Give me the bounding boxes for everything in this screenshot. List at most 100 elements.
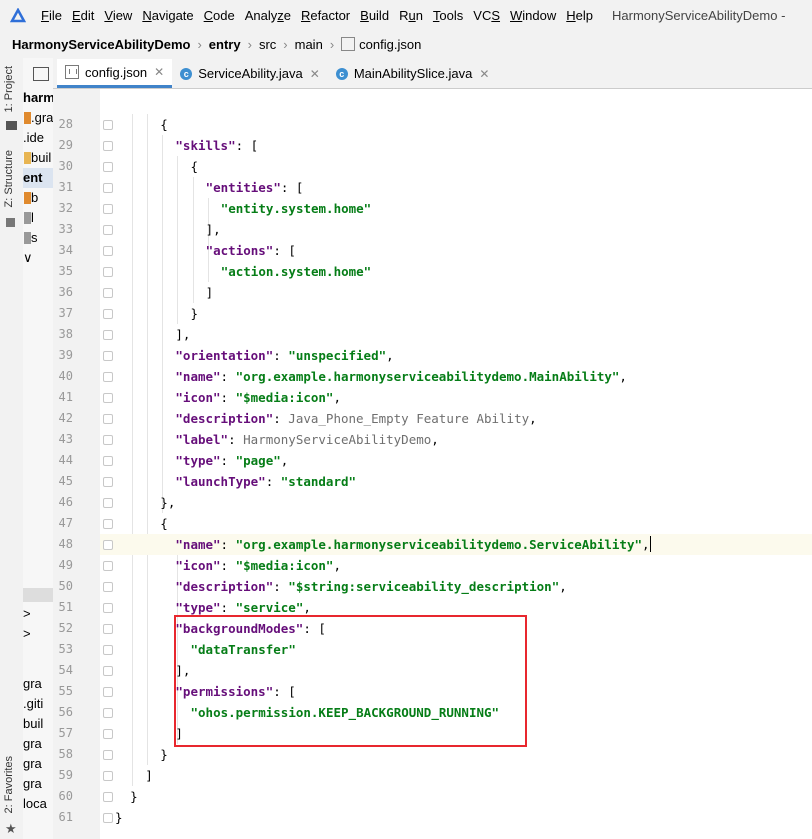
code-line[interactable]: 45 "launchType": "standard" (53, 471, 812, 492)
fold-marker-icon[interactable] (103, 708, 113, 718)
menu-analyze[interactable]: Analyze (240, 8, 296, 23)
fold-marker-icon[interactable] (103, 540, 113, 550)
favorites-tool-tab[interactable]: 2: Favorites (3, 756, 15, 813)
fold-marker-icon[interactable] (103, 666, 113, 676)
code-line[interactable]: 53 "dataTransfer" (53, 639, 812, 660)
fold-marker-icon[interactable] (103, 330, 113, 340)
fold-marker-icon[interactable] (103, 603, 113, 613)
fold-marker-icon[interactable] (103, 162, 113, 172)
project-tree-item[interactable]: ∨ (23, 248, 53, 268)
fold-marker-icon[interactable] (103, 729, 113, 739)
project-tree-item[interactable] (23, 452, 53, 472)
project-tree-item[interactable] (23, 408, 53, 428)
breadcrumb-src[interactable]: src (255, 37, 280, 52)
project-tree-item[interactable]: l (23, 208, 53, 228)
menu-file[interactable]: File (36, 8, 67, 23)
close-icon[interactable]: ✕ (479, 67, 489, 81)
fold-marker-icon[interactable] (103, 288, 113, 298)
code-line[interactable]: 28 { (53, 114, 812, 135)
code-line[interactable]: 46}, (53, 492, 812, 513)
project-tree-item[interactable]: > (23, 624, 53, 644)
menu-view[interactable]: View (99, 8, 137, 23)
fold-marker-icon[interactable] (103, 813, 113, 823)
menu-window[interactable]: Window (505, 8, 561, 23)
menu-navigate[interactable]: Navigate (137, 8, 198, 23)
fold-marker-icon[interactable] (103, 792, 113, 802)
code-line[interactable]: 29 "skills": [ (53, 135, 812, 156)
fold-marker-icon[interactable] (103, 183, 113, 193)
fold-marker-icon[interactable] (103, 435, 113, 445)
code-line[interactable]: 44 "type": "page", (53, 450, 812, 471)
breadcrumb-module[interactable]: entry (205, 37, 245, 52)
code-line[interactable]: 60} (53, 786, 812, 807)
code-line[interactable]: 30 { (53, 156, 812, 177)
fold-marker-icon[interactable] (103, 645, 113, 655)
fold-marker-icon[interactable] (103, 750, 113, 760)
code-line[interactable]: 48 "name": "org.example.harmonyserviceabi… (53, 534, 812, 555)
project-tool-tab[interactable]: 1: Project (3, 66, 15, 112)
fold-marker-icon[interactable] (103, 225, 113, 235)
fold-marker-icon[interactable] (103, 687, 113, 697)
project-tree-item[interactable]: .giti (23, 694, 53, 714)
code-line[interactable]: 47 { (53, 513, 812, 534)
menu-run[interactable]: Run (394, 8, 428, 23)
project-tree-item[interactable]: b (23, 188, 53, 208)
project-tree-item[interactable]: gra (23, 734, 53, 754)
menu-build[interactable]: Build (355, 8, 394, 23)
code-line[interactable]: 31 "entities": [ (53, 177, 812, 198)
code-line[interactable]: 35 "action.system.home" (53, 261, 812, 282)
fold-marker-icon[interactable] (103, 561, 113, 571)
menu-code[interactable]: Code (199, 8, 240, 23)
breadcrumb-file[interactable]: config.json (337, 37, 425, 52)
project-tree-item[interactable] (23, 430, 53, 450)
fold-marker-icon[interactable] (103, 309, 113, 319)
project-tree-item[interactable]: harmo (23, 88, 53, 108)
tab-config-json[interactable]: config.json ✕ (57, 59, 173, 88)
code-line[interactable]: 37} (53, 303, 812, 324)
project-view-icon[interactable] (33, 67, 49, 81)
code-line[interactable]: 42 "description": Java_Phone_Empty Featur… (53, 408, 812, 429)
fold-marker-icon[interactable] (103, 519, 113, 529)
code-line[interactable]: 51 "type": "service", (53, 597, 812, 618)
fold-marker-icon[interactable] (103, 267, 113, 277)
code-editor[interactable]: 28{29 "skills": [30{31 "entities": [32 "ent… (53, 89, 812, 839)
code-line[interactable]: 36] (53, 282, 812, 303)
menu-refactor[interactable]: Refactor (296, 8, 355, 23)
structure-tool-tab[interactable]: Z: Structure (3, 150, 15, 207)
code-line[interactable]: 43 "label": HarmonyServiceAbilityDemo, (53, 429, 812, 450)
fold-marker-icon[interactable] (103, 624, 113, 634)
fold-marker-icon[interactable] (103, 414, 113, 424)
project-tree-item[interactable]: buil (23, 714, 53, 734)
code-line[interactable]: 38], (53, 324, 812, 345)
code-line[interactable]: 61} (53, 807, 812, 828)
menu-vcs[interactable]: VCS (468, 8, 505, 23)
fold-marker-icon[interactable] (103, 498, 113, 508)
project-tree-item[interactable]: loca (23, 794, 53, 814)
code-line[interactable]: 54], (53, 660, 812, 681)
fold-marker-icon[interactable] (103, 120, 113, 130)
menu-tools[interactable]: Tools (428, 8, 468, 23)
close-icon[interactable]: ✕ (310, 67, 320, 81)
fold-marker-icon[interactable] (103, 477, 113, 487)
code-line[interactable]: 58} (53, 744, 812, 765)
breadcrumb-project[interactable]: HarmonyServiceAbilityDemo (0, 37, 194, 52)
code-line[interactable]: 33], (53, 219, 812, 240)
code-line[interactable]: 50 "description": "$string:serviceability… (53, 576, 812, 597)
project-tree-item[interactable]: > (23, 604, 53, 624)
fold-marker-icon[interactable] (103, 456, 113, 466)
project-tree-item[interactable]: gra (23, 774, 53, 794)
fold-marker-icon[interactable] (103, 582, 113, 592)
project-tree-item[interactable]: buil (23, 148, 53, 168)
fold-marker-icon[interactable] (103, 351, 113, 361)
project-tree-item[interactable]: ent (23, 168, 53, 188)
code-line[interactable]: 57] (53, 723, 812, 744)
tab-mainabilityslice-java[interactable]: c MainAbilitySlice.java ✕ (328, 59, 498, 88)
fold-marker-icon[interactable] (103, 393, 113, 403)
project-tree-item[interactable]: gra (23, 674, 53, 694)
menu-help[interactable]: Help (561, 8, 598, 23)
fold-marker-icon[interactable] (103, 204, 113, 214)
code-line[interactable]: 52 "backgroundModes": [ (53, 618, 812, 639)
close-icon[interactable]: ✕ (154, 65, 164, 79)
tab-serviceability-java[interactable]: c ServiceAbility.java ✕ (172, 59, 328, 88)
fold-marker-icon[interactable] (103, 771, 113, 781)
